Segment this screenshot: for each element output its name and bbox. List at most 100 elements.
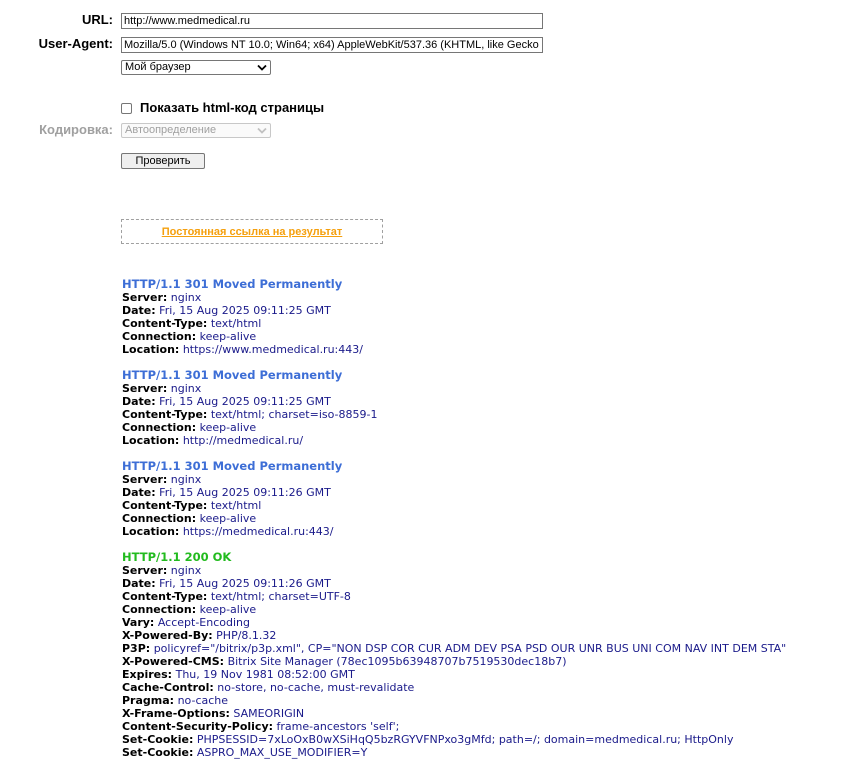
header-value: text/html; charset=iso-8859-1 (210, 408, 378, 421)
header-row: Set-Cookie: PHPSESSID=7xLoOxB0wXSiHqQ5bz… (122, 733, 786, 746)
chevron-down-icon (257, 127, 267, 134)
header-name: Server: (122, 473, 168, 486)
header-row: X-Powered-CMS: Bitrix Site Manager (78ec… (122, 655, 786, 668)
response-block: HTTP/1.1 200 OK Server: nginx Date: Fri,… (122, 550, 786, 760)
encoding-select-value: Автоопределение (125, 124, 217, 136)
header-row: Vary: Accept-Encoding (122, 616, 786, 629)
header-value: Fri, 15 Aug 2025 09:11:25 GMT (159, 395, 331, 408)
header-value: PHPSESSID=7xLoOxB0wXSiHqQ5bzRGYVFNPxo3gM… (196, 733, 734, 746)
header-value: ASPRO_MAX_USE_MODIFIER=Y (196, 746, 368, 759)
header-name: Content-Security-Policy: (122, 720, 274, 733)
header-name: X-Frame-Options: (122, 707, 230, 720)
header-name: Date: (122, 577, 156, 590)
header-name: Connection: (122, 421, 197, 434)
submit-button[interactable]: Проверить (121, 153, 205, 169)
header-name: Date: (122, 304, 156, 317)
header-name: Content-Type: (122, 499, 208, 512)
encoding-select[interactable]: Автоопределение (121, 123, 271, 138)
header-value: keep-alive (199, 603, 257, 616)
header-name: Content-Type: (122, 590, 208, 603)
header-row: Server: nginx (122, 564, 786, 577)
header-row: Server: nginx (122, 473, 786, 486)
header-row: X-Powered-By: PHP/8.1.32 (122, 629, 786, 642)
header-name: Content-Type: (122, 408, 208, 421)
show-html-checkbox[interactable] (121, 103, 132, 114)
header-name: Server: (122, 564, 168, 577)
header-value: Accept-Encoding (157, 616, 250, 629)
header-value: Bitrix Site Manager (78ec1095b63948707b7… (227, 655, 567, 668)
header-value: Fri, 15 Aug 2025 09:11:26 GMT (159, 577, 331, 590)
response-block: HTTP/1.1 301 Moved Permanently Server: n… (122, 278, 786, 357)
header-value: https://medmedical.ru:443/ (182, 525, 334, 538)
header-value: Fri, 15 Aug 2025 09:11:25 GMT (159, 304, 331, 317)
status-line: HTTP/1.1 200 OK (122, 550, 232, 564)
header-value: keep-alive (199, 512, 257, 525)
header-name: Set-Cookie: (122, 746, 194, 759)
header-name: Connection: (122, 512, 197, 525)
header-value: nginx (170, 564, 202, 577)
response-block: HTTP/1.1 301 Moved Permanently Server: n… (122, 459, 786, 539)
header-row: Connection: keep-alive (122, 603, 786, 616)
user-agent-label: User-Agent: (38, 36, 113, 51)
header-value: http://medmedical.ru/ (182, 434, 304, 447)
header-row: Content-Type: text/html (122, 317, 786, 330)
header-row: Date: Fri, 15 Aug 2025 09:11:26 GMT (122, 486, 786, 499)
header-name: Server: (122, 291, 168, 304)
url-input[interactable]: http://www.medmedical.ru (121, 13, 543, 29)
header-name: Location: (122, 434, 180, 447)
show-html-label[interactable]: Показать html-код страницы (140, 100, 324, 116)
url-label: URL: (81, 12, 113, 27)
header-row: X-Frame-Options: SAMEORIGIN (122, 707, 786, 720)
header-value: text/html (210, 499, 262, 512)
header-value: no-cache (177, 694, 229, 707)
header-value: https://www.medmedical.ru:443/ (182, 343, 363, 356)
response-block: HTTP/1.1 301 Moved Permanently Server: n… (122, 368, 786, 448)
header-row: Content-Type: text/html; charset=iso-885… (122, 408, 786, 421)
header-row: Pragma: no-cache (122, 694, 786, 707)
header-value: Fri, 15 Aug 2025 09:11:26 GMT (159, 486, 331, 499)
header-name: X-Powered-CMS: (122, 655, 225, 668)
header-value: Thu, 19 Nov 1981 08:52:00 GMT (175, 668, 355, 681)
header-row: P3P: policyref="/bitrix/p3p.xml", CP="NO… (122, 642, 786, 655)
header-name: Connection: (122, 330, 197, 343)
status-line: HTTP/1.1 301 Moved Permanently (122, 368, 343, 382)
header-row: Connection: keep-alive (122, 421, 786, 434)
browser-select[interactable]: Мой браузер (121, 60, 271, 75)
header-name: Set-Cookie: (122, 733, 194, 746)
header-value: text/html; charset=UTF-8 (210, 590, 351, 603)
header-value: nginx (170, 382, 202, 395)
header-name: Pragma: (122, 694, 175, 707)
header-name: Vary: (122, 616, 155, 629)
header-row: Server: nginx (122, 382, 786, 395)
header-value: nginx (170, 291, 202, 304)
header-value: keep-alive (199, 330, 257, 343)
response-headers-list: HTTP/1.1 301 Moved Permanently Server: n… (122, 278, 786, 772)
user-agent-input[interactable]: Mozilla/5.0 (Windows NT 10.0; Win64; x64… (121, 37, 543, 53)
header-row: Date: Fri, 15 Aug 2025 09:11:25 GMT (122, 304, 786, 317)
header-row: Date: Fri, 15 Aug 2025 09:11:26 GMT (122, 577, 786, 590)
header-value: SAMEORIGIN (233, 707, 305, 720)
status-line: HTTP/1.1 301 Moved Permanently (122, 459, 343, 473)
header-value: no-store, no-cache, must-revalidate (217, 681, 415, 694)
header-row: Content-Security-Policy: frame-ancestors… (122, 720, 786, 733)
header-name: Location: (122, 525, 180, 538)
header-name: P3P: (122, 642, 151, 655)
header-row: Location: http://medmedical.ru/ (122, 434, 786, 447)
header-value: text/html (210, 317, 262, 330)
header-row: Location: https://medmedical.ru:443/ (122, 525, 786, 538)
header-row: Connection: keep-alive (122, 512, 786, 525)
header-row: Cache-Control: no-store, no-cache, must-… (122, 681, 786, 694)
header-name: Date: (122, 486, 156, 499)
header-name: Connection: (122, 603, 197, 616)
header-name: Content-Type: (122, 317, 208, 330)
permalink-link[interactable]: Постоянная ссылка на результат (122, 225, 382, 239)
header-name: Location: (122, 343, 180, 356)
header-name: Expires: (122, 668, 173, 681)
header-name: Cache-Control: (122, 681, 214, 694)
header-name: X-Powered-By: (122, 629, 213, 642)
header-value: nginx (170, 473, 202, 486)
header-name: Server: (122, 382, 168, 395)
header-row: Content-Type: text/html (122, 499, 786, 512)
header-name: Date: (122, 395, 156, 408)
header-value: frame-ancestors 'self'; (276, 720, 400, 733)
